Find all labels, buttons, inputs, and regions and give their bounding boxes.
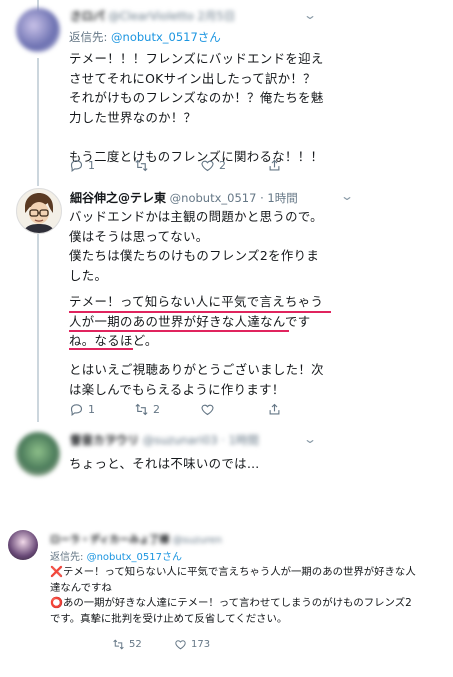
red-underline <box>69 330 289 332</box>
reply-icon <box>70 404 83 416</box>
author-row: 督音カヲウリ @suzunari03 · 1時間 <box>70 432 259 448</box>
author-row: さロパ @ClearVioletto 2月5日 <box>70 8 235 24</box>
retweet-button[interactable]: 2 <box>134 402 160 417</box>
reply-button[interactable]: 1 <box>69 402 95 417</box>
avatar[interactable] <box>16 188 62 234</box>
chevron-down-icon[interactable]: ⌄ <box>303 432 317 446</box>
handle[interactable]: @suzuren <box>173 535 223 546</box>
reply-to: 返信先: @nobutx_0517さん <box>69 30 221 44</box>
heart-icon <box>201 160 214 172</box>
retweet-icon <box>113 639 124 650</box>
share-button[interactable] <box>267 158 286 173</box>
text-line-2: 達なんですね <box>50 581 112 594</box>
action-bar: 1 2 <box>69 402 369 418</box>
tweet-text: テメー！！！フレンズにバッドエンドを迎え させてそれにOKサイン出したって訳か！… <box>69 51 324 164</box>
reply-to-link[interactable]: @nobutx_0517さん <box>87 552 182 563</box>
cross-mark-icon: ❌ <box>50 566 63 578</box>
reply-to: 返信先: @nobutx_0517さん <box>50 552 182 563</box>
retweet-icon <box>135 159 148 172</box>
heart-icon <box>175 640 186 650</box>
display-name[interactable]: 督音カヲウリ <box>70 433 139 447</box>
tweet-text-part-1: バッドエンドかは主観の問題かと思うので。 僕はそうは思ってない。 僕たちは僕たち… <box>69 209 323 283</box>
handle[interactable]: @nobutx_0517 <box>170 191 257 205</box>
circle-mark-icon: ⭕ <box>50 597 63 609</box>
chevron-down-icon[interactable]: ⌄ <box>340 189 354 203</box>
retweet-count: 2 <box>153 403 160 416</box>
like-button[interactable] <box>200 402 219 417</box>
like-button[interactable]: 173 <box>174 638 210 651</box>
avatar[interactable] <box>16 432 60 476</box>
reply-button[interactable]: 1 <box>69 158 95 173</box>
chevron-down-icon[interactable]: ⌄ <box>303 8 317 22</box>
tweet-text: ❌テメー！って知らない人に平気で言えちゃう人が一期のあの世界が好きな人 達なんで… <box>50 565 416 627</box>
action-bar: 52 173 <box>112 638 312 654</box>
tweet-2[interactable]: 細谷伸之@テレ東 @nobutx_0517 · 1時間 ⌄ バッドエンドかは主観… <box>0 180 453 420</box>
retweet-count: 52 <box>129 639 142 650</box>
share-button[interactable] <box>267 402 286 417</box>
share-icon <box>269 159 280 171</box>
action-bar: 1 2 <box>69 158 369 174</box>
display-name[interactable]: 細谷伸之@テレ東 <box>70 191 166 205</box>
illustrated-portrait-icon <box>23 193 55 233</box>
tweet-1[interactable]: さロパ @ClearVioletto 2月5日 ⌄ 返信先: @nobutx_0… <box>0 0 453 180</box>
tweet-text-highlighted: テメー！って知らない人に平気で言えちゃう 人が一期のあの世界が好きな人達なんです… <box>69 294 324 348</box>
tweet-text: ちょっと、それは不味いのでは… <box>69 456 260 471</box>
reply-count: 1 <box>88 403 95 416</box>
display-name[interactable]: ローラ・ディカーみょ了様 <box>50 535 169 546</box>
author-row: 細谷伸之@テレ東 @nobutx_0517 · 1時間 <box>70 189 298 206</box>
share-icon <box>269 403 280 415</box>
text-line-3: ⭕あの一期が好きな人達にテメー！って言わせてしまうのがけものフレンズ2 <box>50 597 412 609</box>
tweet-text-part-3: とはいえご視聴ありがとうございました！次 は楽しんでもらえるように作ります！ <box>69 362 324 397</box>
text-line-4: です。真摯に批判を受け止めて反省してください。 <box>50 612 288 625</box>
reply-to-link[interactable]: @nobutx_0517さん <box>111 30 221 44</box>
handle[interactable]: @ClearVioletto 2月5日 <box>108 9 235 23</box>
like-count: 2 <box>219 159 226 172</box>
display-name[interactable]: さロパ <box>70 9 105 23</box>
red-underline <box>69 348 133 350</box>
timestamp[interactable]: · 1時間 <box>260 191 298 205</box>
tweet-4[interactable]: ローラ・ディカーみょ了様 @suzuren 返信先: @nobutx_0517さ… <box>0 520 453 677</box>
retweet-icon <box>135 403 148 416</box>
reply-count: 1 <box>88 159 95 172</box>
avatar[interactable] <box>8 530 38 560</box>
retweet-button[interactable]: 52 <box>112 638 142 651</box>
author-row: ローラ・ディカーみょ了様 @suzuren <box>50 531 222 546</box>
tweet-3[interactable]: 督音カヲウリ @suzunari03 · 1時間 ⌄ ちょっと、それは不味いので… <box>0 424 453 494</box>
retweet-button[interactable] <box>134 158 153 173</box>
heart-icon <box>201 404 214 416</box>
like-count: 173 <box>191 639 211 650</box>
handle[interactable]: @suzunari03 · 1時間 <box>143 433 259 447</box>
red-underline <box>69 311 331 313</box>
like-button[interactable]: 2 <box>200 158 226 173</box>
reply-icon <box>70 160 83 172</box>
avatar[interactable] <box>16 8 60 52</box>
text-line-1: ❌テメー！って知らない人に平気で言えちゃう人が一期のあの世界が好きな人 <box>50 566 416 578</box>
